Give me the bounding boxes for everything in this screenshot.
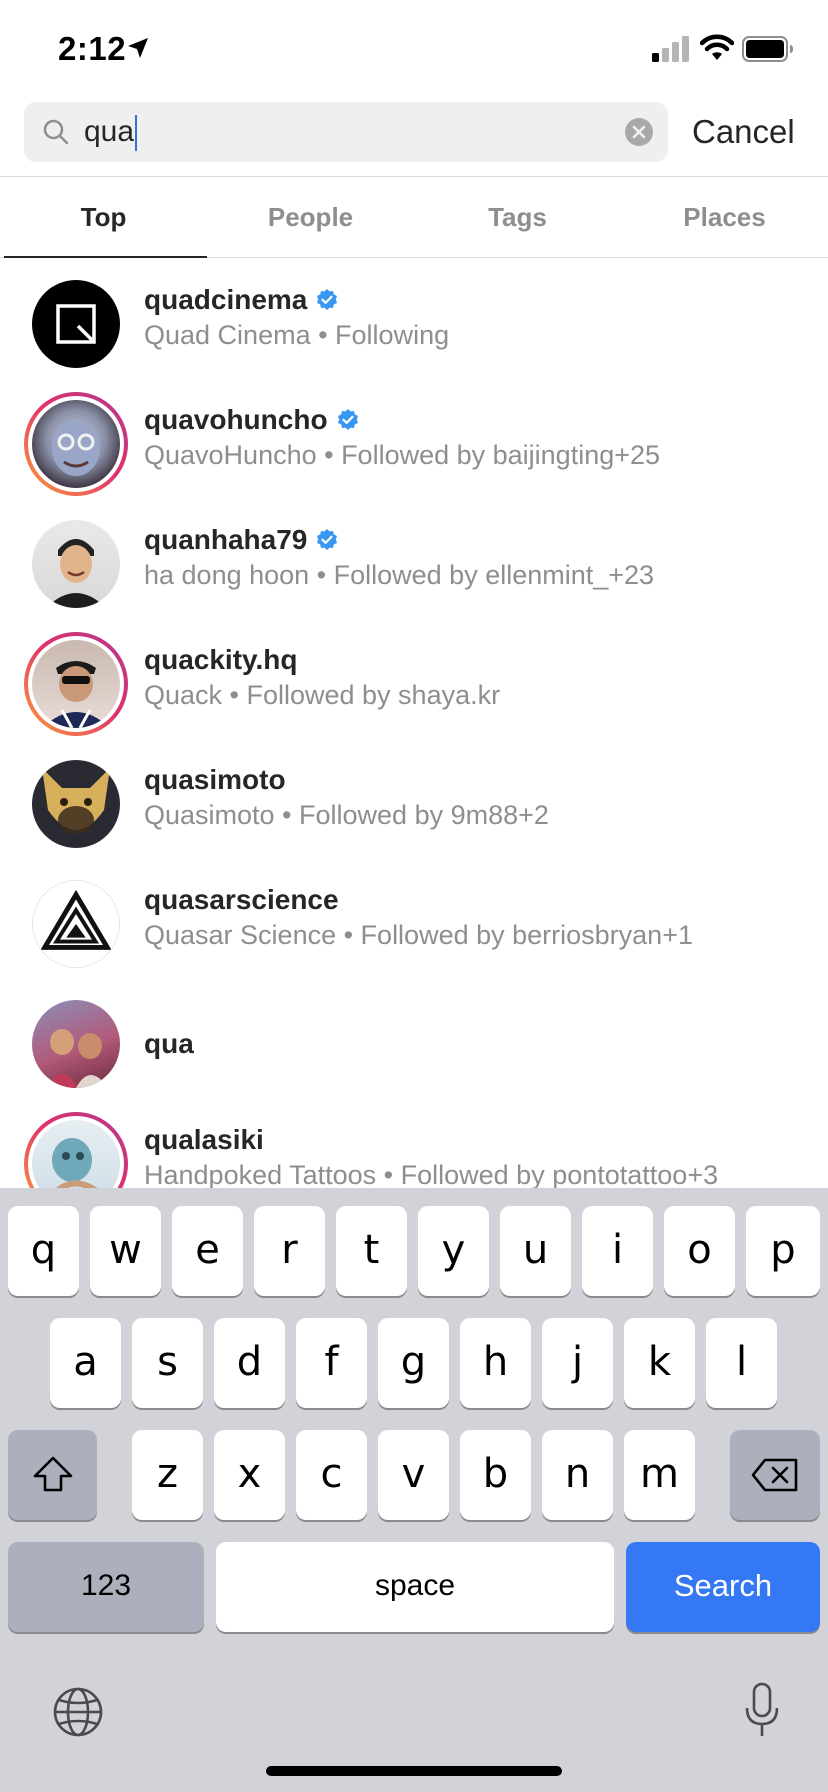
numbers-key[interactable]: 123: [8, 1542, 204, 1632]
result-subtitle: Handpoked Tattoos • Followed by pontotat…: [144, 1160, 719, 1188]
search-key[interactable]: Search: [626, 1542, 820, 1632]
username: quavohuncho: [144, 404, 328, 435]
tab-tags[interactable]: Tags: [414, 177, 621, 257]
status-time: 2:12: [58, 30, 127, 67]
key-y[interactable]: y: [418, 1206, 489, 1296]
key-x[interactable]: x: [214, 1430, 285, 1520]
avatar[interactable]: [24, 752, 128, 856]
key-m[interactable]: m: [624, 1430, 695, 1520]
globe-icon[interactable]: [52, 1686, 104, 1738]
search-input[interactable]: qua: [84, 102, 138, 162]
list-item[interactable]: quackity.hq Quack • Followed by shaya.kr: [0, 618, 828, 738]
username: quackity.hq: [144, 644, 298, 675]
profile-photo: [52, 420, 100, 476]
cellular-signal-icon: [652, 36, 689, 62]
list-item[interactable]: quavohuncho QuavoHuncho • Followed by ba…: [0, 378, 828, 498]
key-c[interactable]: c: [296, 1430, 367, 1520]
profile-photo: [46, 539, 106, 608]
result-subtitle: ha dong hoon • Followed by ellenmint_+23: [144, 560, 655, 590]
quasar-logo-icon: [40, 889, 112, 950]
clear-search-icon[interactable]: [624, 117, 654, 147]
username: quadcinema: [144, 284, 308, 315]
quadcinema-logo-icon: [56, 304, 96, 344]
key-z[interactable]: z: [132, 1430, 203, 1520]
battery-icon: [742, 36, 793, 62]
key-g[interactable]: g: [378, 1318, 449, 1408]
list-item[interactable]: quadcinema Quad Cinema • Following: [0, 258, 828, 378]
username: quanhaha79: [144, 524, 308, 555]
keyboard: q w e r t y u i o p a s d f g h j k l z …: [0, 1188, 828, 1792]
shift-key[interactable]: [8, 1430, 97, 1520]
backspace-icon: [751, 1458, 798, 1492]
key-i[interactable]: i: [582, 1206, 653, 1296]
key-q[interactable]: q: [8, 1206, 79, 1296]
avatar[interactable]: [24, 392, 128, 496]
search-field[interactable]: qua: [24, 102, 668, 162]
profile-photo: [42, 661, 110, 728]
search-tabs: Top People Tags Places: [0, 176, 828, 258]
key-l[interactable]: l: [706, 1318, 777, 1408]
list-item[interactable]: qualasiki Handpoked Tattoos • Followed b…: [0, 1098, 828, 1188]
key-j[interactable]: j: [542, 1318, 613, 1408]
list-item[interactable]: quasimoto Quasimoto • Followed by 9m88+2: [0, 738, 828, 858]
profile-photo: [42, 768, 110, 834]
home-indicator[interactable]: [266, 1766, 562, 1776]
key-e[interactable]: e: [172, 1206, 243, 1296]
result-subtitle: QuavoHuncho • Followed by baijingting+25: [144, 440, 661, 470]
tab-people[interactable]: People: [207, 177, 414, 257]
key-k[interactable]: k: [624, 1318, 695, 1408]
tab-places[interactable]: Places: [621, 177, 828, 257]
key-v[interactable]: v: [378, 1430, 449, 1520]
key-a[interactable]: a: [50, 1318, 121, 1408]
search-results-list: quadcinema Quad Cinema • Following quavo…: [0, 258, 828, 1188]
wifi-icon: [700, 34, 734, 60]
result-subtitle: Quasar Science • Followed by berriosbrya…: [144, 920, 693, 950]
shift-arrow-icon: [33, 1456, 72, 1492]
profile-photo: [52, 1138, 98, 1188]
avatar[interactable]: [24, 1112, 128, 1188]
username: qualasiki: [144, 1124, 264, 1155]
key-p[interactable]: p: [746, 1206, 820, 1296]
username: qua: [144, 1028, 194, 1059]
avatar[interactable]: [24, 632, 128, 736]
key-n[interactable]: n: [542, 1430, 613, 1520]
result-subtitle: Quack • Followed by shaya.kr: [144, 680, 501, 710]
profile-photo: [46, 1029, 108, 1088]
key-f[interactable]: f: [296, 1318, 367, 1408]
key-r[interactable]: r: [254, 1206, 325, 1296]
username: quasarscience: [144, 884, 339, 915]
key-w[interactable]: w: [90, 1206, 161, 1296]
verified-badge-icon: [317, 529, 338, 550]
space-key[interactable]: space: [216, 1542, 614, 1632]
location-arrow-icon: [128, 38, 148, 58]
backspace-key[interactable]: [730, 1430, 820, 1520]
key-d[interactable]: d: [214, 1318, 285, 1408]
list-item[interactable]: quasarscience Quasar Science • Followed …: [0, 858, 828, 978]
cancel-button[interactable]: Cancel: [692, 102, 795, 162]
key-b[interactable]: b: [460, 1430, 531, 1520]
key-s[interactable]: s: [132, 1318, 203, 1408]
key-u[interactable]: u: [500, 1206, 571, 1296]
result-subtitle: Quad Cinema • Following: [144, 320, 450, 350]
username: quasimoto: [144, 764, 286, 795]
search-icon: [43, 119, 69, 145]
microphone-icon[interactable]: [744, 1682, 780, 1738]
tab-top[interactable]: Top: [0, 177, 207, 258]
list-item[interactable]: quanhaha79 ha dong hoon • Followed by el…: [0, 498, 828, 618]
verified-badge-icon: [317, 289, 338, 310]
avatar[interactable]: [24, 512, 128, 616]
avatar[interactable]: [24, 272, 128, 376]
search-query-text: qua: [84, 115, 135, 148]
verified-badge-icon: [337, 409, 358, 430]
status-bar: 2:12: [0, 0, 828, 96]
text-cursor: [135, 115, 138, 152]
key-t[interactable]: t: [336, 1206, 407, 1296]
result-subtitle: Quasimoto • Followed by 9m88+2: [144, 800, 549, 830]
list-item[interactable]: qua: [0, 978, 828, 1098]
avatar[interactable]: [24, 872, 128, 976]
key-o[interactable]: o: [664, 1206, 735, 1296]
avatar[interactable]: [24, 992, 128, 1096]
key-h[interactable]: h: [460, 1318, 531, 1408]
